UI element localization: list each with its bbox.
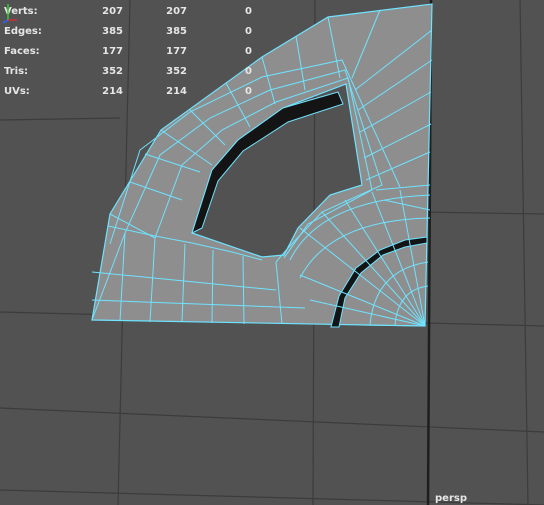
stat-value: 0: [245, 26, 252, 37]
poly-count-hud: Verts: 207 207 0 Edges: 385 385 0 Faces:…: [4, 2, 264, 102]
stat-value: 352: [166, 66, 187, 77]
stat-row-edges: Edges: 385 385 0: [4, 22, 264, 42]
stat-value: 0: [245, 86, 252, 97]
stat-value: 177: [166, 46, 187, 57]
stat-row-verts: Verts: 207 207 0: [4, 2, 264, 22]
stat-value: 207: [102, 6, 123, 17]
camera-label: persp: [435, 493, 467, 504]
stat-value: 207: [166, 6, 187, 17]
stat-value: 0: [245, 6, 252, 17]
stat-value: 0: [245, 46, 252, 57]
stat-row-uvs: UVs: 214 214 0: [4, 82, 264, 102]
stat-label: Faces:: [4, 46, 40, 57]
stat-value: 385: [166, 26, 187, 37]
3d-viewport[interactable]: Verts: 207 207 0 Edges: 385 385 0 Faces:…: [0, 0, 544, 505]
stat-value: 385: [102, 26, 123, 37]
stat-value: 0: [245, 66, 252, 77]
stat-row-faces: Faces: 177 177 0: [4, 42, 264, 62]
stat-label: UVs:: [4, 86, 30, 97]
stat-label: Tris:: [4, 66, 29, 77]
stat-value: 352: [102, 66, 123, 77]
stat-row-tris: Tris: 352 352 0: [4, 62, 264, 82]
stat-value: 214: [166, 86, 187, 97]
xyz-axis-icon: [2, 4, 17, 24]
stat-value: 214: [102, 86, 123, 97]
stat-label: Edges:: [4, 26, 42, 37]
stat-value: 177: [102, 46, 123, 57]
